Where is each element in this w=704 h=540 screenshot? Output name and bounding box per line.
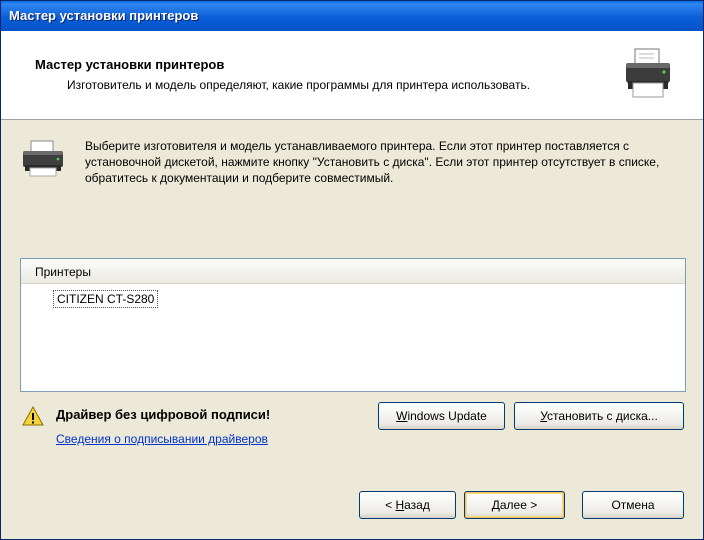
next-button[interactable]: Далее > bbox=[464, 491, 565, 519]
header-subtitle: Изготовитель и модель определяют, какие … bbox=[67, 78, 531, 92]
title-bar[interactable]: Мастер установки принтеров bbox=[1, 1, 703, 31]
windows-update-button[interactable]: Windows Update bbox=[378, 402, 505, 430]
wizard-header: Мастер установки принтеров Изготовитель … bbox=[1, 31, 703, 120]
install-from-disk-button[interactable]: Установить с диска... bbox=[514, 402, 684, 430]
windows-update-label: indows Update bbox=[407, 409, 487, 423]
windows-update-hotkey: W bbox=[396, 409, 408, 423]
back-arrow: < bbox=[385, 498, 396, 512]
printer-icon bbox=[626, 48, 670, 98]
warning-icon bbox=[22, 406, 44, 426]
printers-list[interactable]: Принтеры CITIZEN CT-S280 bbox=[20, 258, 686, 392]
driver-signing-link[interactable]: Сведения о подписывании драйверов bbox=[56, 432, 268, 446]
printer-wizard-window: Мастер установки принтеров Мастер устано… bbox=[0, 0, 704, 540]
printers-column-header[interactable]: Принтеры bbox=[21, 259, 685, 284]
printers-column-label: Принтеры bbox=[35, 265, 91, 279]
header-title: Мастер установки принтеров bbox=[35, 57, 225, 72]
back-button[interactable]: < Назад bbox=[359, 491, 456, 519]
back-hotkey: Н bbox=[395, 498, 405, 512]
back-label: азад bbox=[404, 498, 430, 512]
window-title: Мастер установки принтеров bbox=[9, 8, 199, 23]
unsigned-driver-warning: Драйвер без цифровой подписи! bbox=[56, 407, 271, 422]
cancel-button[interactable]: Отмена bbox=[582, 491, 684, 519]
printer-icon bbox=[23, 140, 63, 177]
instructions-text: Выберите изготовителя и модель устанавли… bbox=[85, 139, 660, 185]
install-from-disk-label: становить с диска... bbox=[547, 409, 658, 423]
next-label: алее > bbox=[499, 498, 538, 512]
next-hotkey: Д bbox=[491, 498, 500, 512]
list-item[interactable]: CITIZEN CT-S280 bbox=[53, 290, 159, 308]
